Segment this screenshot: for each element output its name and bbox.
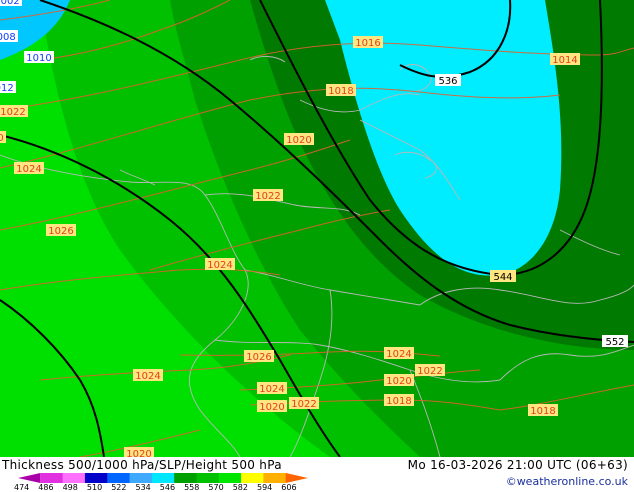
scale-swatch xyxy=(241,473,264,483)
svg-text:1020: 1020 xyxy=(386,376,411,387)
svg-text:1020: 1020 xyxy=(126,449,151,457)
scale-swatch xyxy=(285,473,308,483)
color-scale-bar xyxy=(18,473,308,483)
svg-text:552: 552 xyxy=(605,337,624,348)
scale-swatch xyxy=(174,473,197,483)
forecast-datetime: Mo 16-03-2026 21:00 UTC (06+63) xyxy=(407,458,628,472)
scale-tick-label: 594 xyxy=(257,483,273,492)
svg-text:544: 544 xyxy=(493,272,512,283)
svg-text:1008: 1008 xyxy=(0,32,16,43)
svg-text:1024: 1024 xyxy=(259,384,284,395)
svg-text:1022: 1022 xyxy=(255,191,280,202)
scale-tick-label: 570 xyxy=(208,483,224,492)
color-scale-ticks: 474 486 498 510 522 534 546 558 570 582 594 606 xyxy=(14,483,324,492)
map-title: Thickness 500/1000 hPa/SLP/Height 500 hP… xyxy=(2,458,282,472)
scale-tick-label: 522 xyxy=(111,483,127,492)
svg-text:1024: 1024 xyxy=(386,349,411,360)
svg-text:1020: 1020 xyxy=(0,133,4,144)
svg-text:1018: 1018 xyxy=(386,396,411,407)
scale-swatch xyxy=(40,473,64,483)
svg-text:1024: 1024 xyxy=(135,371,160,382)
svg-text:1018: 1018 xyxy=(530,406,555,417)
scale-tick-label: 546 xyxy=(159,483,176,492)
scale-swatch xyxy=(151,473,175,483)
credit-link[interactable]: ©weatheronline.co.uk xyxy=(506,475,628,488)
svg-text:1012: 1012 xyxy=(0,83,14,94)
svg-text:1024: 1024 xyxy=(16,164,41,175)
scale-swatch xyxy=(84,473,108,483)
svg-text:1010: 1010 xyxy=(26,53,51,64)
svg-text:1020: 1020 xyxy=(286,135,311,146)
svg-text:1020: 1020 xyxy=(259,402,284,413)
scale-tick-label: 486 xyxy=(38,483,54,492)
scale-tick-label: 582 xyxy=(232,483,248,492)
weather-map: 1016 1014 1018 1020 1022 1024 1026 1024 … xyxy=(0,0,634,457)
scale-tick-label: 498 xyxy=(62,483,78,492)
scale-tick-label: 510 xyxy=(86,483,103,492)
scale-tick-label: 558 xyxy=(184,483,200,492)
map-footer: Thickness 500/1000 hPa/SLP/Height 500 hP… xyxy=(0,457,634,492)
svg-text:1014: 1014 xyxy=(552,55,577,66)
scale-swatch xyxy=(18,473,41,483)
svg-text:1016: 1016 xyxy=(355,38,380,49)
scale-swatch xyxy=(129,473,153,483)
scale-tick-label: 474 xyxy=(14,483,30,492)
scale-swatch xyxy=(107,473,131,483)
scale-tick-label: 606 xyxy=(281,483,297,492)
svg-text:1022: 1022 xyxy=(0,107,25,118)
svg-text:1026: 1026 xyxy=(48,226,73,237)
svg-text:1002: 1002 xyxy=(0,0,20,7)
svg-text:536: 536 xyxy=(438,76,457,87)
svg-text:1022: 1022 xyxy=(417,366,442,377)
scale-tick-label: 534 xyxy=(135,483,151,492)
scale-swatch xyxy=(62,473,86,483)
scale-swatch xyxy=(263,473,287,483)
svg-text:1026: 1026 xyxy=(246,352,271,363)
scale-swatch xyxy=(218,473,242,483)
scale-swatch xyxy=(196,473,220,483)
svg-text:1022: 1022 xyxy=(291,399,316,410)
svg-text:1018: 1018 xyxy=(328,86,353,97)
svg-text:1024: 1024 xyxy=(207,260,232,271)
